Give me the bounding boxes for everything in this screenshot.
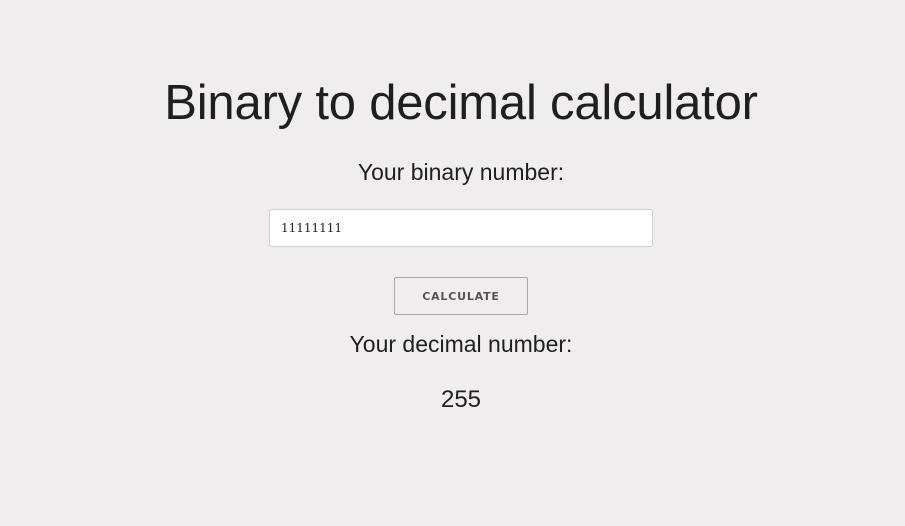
binary-number-label: Your binary number: [357, 159, 565, 185]
binary-input-container [269, 209, 653, 247]
binary-number-input[interactable] [269, 209, 653, 247]
page-title: Binary to decimal calculator [164, 76, 758, 130]
calculator-page: Binary to decimal calculator Your binary… [0, 0, 905, 526]
decimal-number-label: Your decimal number: [349, 331, 573, 357]
decimal-result-value: 255 [440, 386, 482, 413]
calculate-button[interactable]: CALCULATE [394, 277, 528, 315]
